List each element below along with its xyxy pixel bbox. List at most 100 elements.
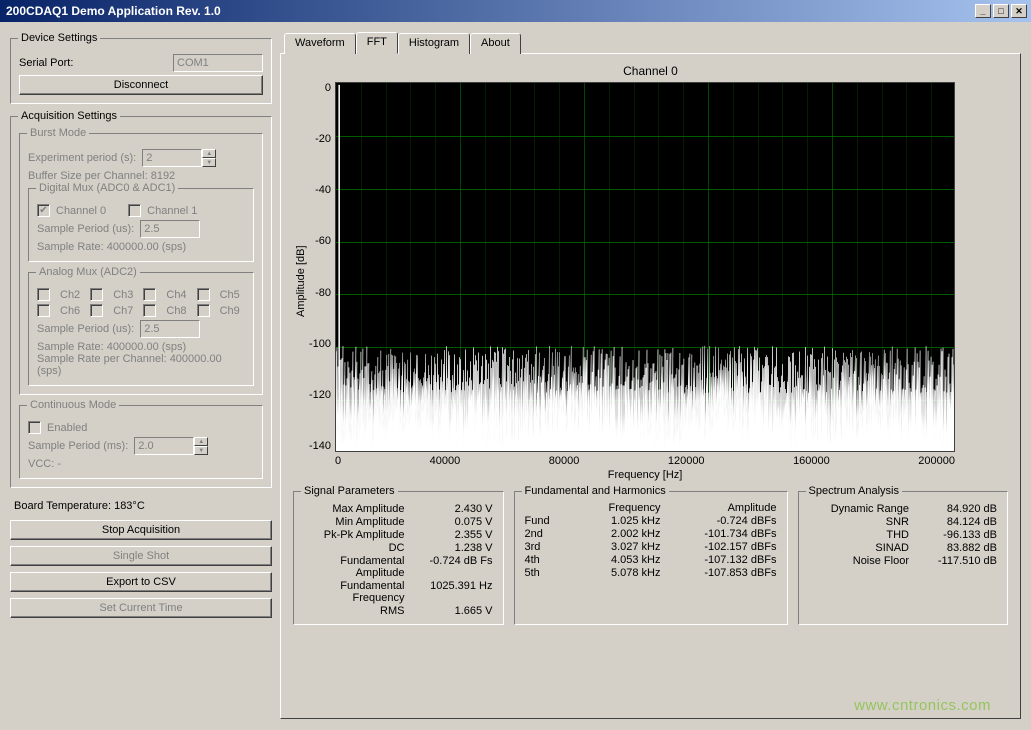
harmonic-freq: 2.002 kHz (571, 528, 661, 540)
set-current-time-button[interactable]: Set Current Time (10, 598, 272, 618)
spectrum-value: 84.920 dB (917, 503, 997, 515)
spin-down-icon[interactable]: ▼ (202, 158, 216, 167)
maximize-button[interactable]: □ (993, 4, 1009, 18)
harmonic-label: 3rd (525, 541, 565, 553)
param-value: 1.238 V (413, 542, 493, 554)
ch8-label: Ch8 (166, 305, 186, 317)
dmux-sample-period-input[interactable]: 2.5 (140, 220, 200, 238)
digital-mux-title: Digital Mux (ADC0 & ADC1) (36, 182, 178, 194)
device-settings-group: Device Settings Serial Port: COM1 Discon… (10, 38, 272, 104)
ch4-checkbox[interactable] (143, 288, 156, 301)
analog-mux-group: Analog Mux (ADC2) Ch2 Ch3 Ch4 Ch5 Ch6 Ch… (28, 272, 254, 386)
amux-sample-rate-label: Sample Rate: 400000.00 (sps) (37, 341, 245, 353)
spin-up-icon[interactable]: ▲ (194, 437, 208, 446)
tab-about[interactable]: About (470, 33, 521, 54)
spectrum-value: -96.133 dB (917, 529, 997, 541)
cont-sample-period-label: Sample Period (ms): (28, 440, 128, 452)
dmux-sample-period-label: Sample Period (us): (37, 223, 134, 235)
ch3-checkbox[interactable] (90, 288, 103, 301)
signal-parameters-title: Signal Parameters (301, 485, 398, 497)
window-title: 200CDAQ1 Demo Application Rev. 1.0 (4, 4, 975, 18)
tab-content: Channel 0 Amplitude [dB] 0 -20 -40 -60 -… (280, 53, 1021, 719)
param-label: Fundamental Frequency (304, 580, 405, 604)
device-settings-title: Device Settings (18, 32, 100, 44)
stop-acquisition-button[interactable]: Stop Acquisition (10, 520, 272, 540)
param-value: -0.724 dB Fs (413, 555, 493, 579)
tab-fft[interactable]: FFT (356, 32, 398, 54)
spectrum-value: -117.510 dB (917, 555, 997, 567)
fft-plot (335, 82, 955, 452)
spectrum-label: SINAD (809, 542, 910, 554)
cont-sample-period-input[interactable]: 2.0 (134, 437, 194, 455)
ch2-checkbox[interactable] (37, 288, 50, 301)
amux-sample-period-input[interactable]: 2.5 (140, 320, 200, 338)
param-label: Max Amplitude (304, 503, 405, 515)
harmonics-group: Fundamental and Harmonics Frequency Ampl… (514, 491, 788, 625)
vcc-label: VCC: - (28, 458, 254, 470)
param-label: RMS (304, 605, 405, 617)
single-shot-button[interactable]: Single Shot (10, 546, 272, 566)
ch7-checkbox[interactable] (90, 304, 103, 317)
ch9-checkbox[interactable] (197, 304, 210, 317)
burst-mode-title: Burst Mode (27, 127, 89, 139)
harmonic-amp: -0.724 dBFs (667, 515, 777, 527)
channel-1-checkbox[interactable] (128, 204, 141, 217)
ch5-checkbox[interactable] (197, 288, 210, 301)
experiment-period-input[interactable]: 2 (142, 149, 202, 167)
harmonic-label: 5th (525, 567, 565, 579)
acquisition-settings-title: Acquisition Settings (18, 110, 120, 122)
param-label: DC (304, 542, 405, 554)
ch8-checkbox[interactable] (143, 304, 156, 317)
ch6-checkbox[interactable] (37, 304, 50, 317)
tab-waveform[interactable]: Waveform (284, 33, 356, 54)
ch2-label: Ch2 (60, 289, 80, 301)
disconnect-button[interactable]: Disconnect (19, 75, 263, 95)
param-value: 2.430 V (413, 503, 493, 515)
watermark: www.cntronics.com (854, 697, 991, 714)
ch7-label: Ch7 (113, 305, 133, 317)
continuous-enabled-checkbox[interactable] (28, 421, 41, 434)
close-button[interactable]: ✕ (1011, 4, 1027, 18)
harmonic-label: Fund (525, 515, 565, 527)
ch6-label: Ch6 (60, 305, 80, 317)
param-value: 1.665 V (413, 605, 493, 617)
harmonic-freq: 1.025 kHz (571, 515, 661, 527)
ch4-label: Ch4 (166, 289, 186, 301)
signal-parameters-group: Signal Parameters Max Amplitude2.430 VMi… (293, 491, 504, 625)
param-label: Min Amplitude (304, 516, 405, 528)
analog-mux-title: Analog Mux (ADC2) (36, 266, 140, 278)
ch5-label: Ch5 (220, 289, 240, 301)
harmonic-label: 2nd (525, 528, 565, 540)
spin-up-icon[interactable]: ▲ (202, 149, 216, 158)
continuous-mode-title: Continuous Mode (27, 399, 119, 411)
serial-port-input[interactable]: COM1 (173, 54, 263, 72)
ch9-label: Ch9 (220, 305, 240, 317)
harmonic-amp: -102.157 dBFs (667, 541, 777, 553)
harmonic-amp: -107.853 dBFs (667, 567, 777, 579)
harmonic-freq: 3.027 kHz (571, 541, 661, 553)
harmonic-freq: 5.078 kHz (571, 567, 661, 579)
spectrum-value: 84.124 dB (917, 516, 997, 528)
export-csv-button[interactable]: Export to CSV (10, 572, 272, 592)
serial-port-label: Serial Port: (19, 57, 73, 69)
spin-down-icon[interactable]: ▼ (194, 446, 208, 455)
param-value: 0.075 V (413, 516, 493, 528)
harmonics-title: Fundamental and Harmonics (522, 485, 669, 497)
spectrum-analysis-group: Spectrum Analysis Dynamic Range84.920 dB… (798, 491, 1009, 625)
channel-0-label: Channel 0 (56, 205, 106, 217)
chart-ylabel: Amplitude [dB] (293, 82, 309, 481)
harmonic-amp: -101.734 dBFs (667, 528, 777, 540)
param-label: Fundamental Amplitude (304, 555, 405, 579)
param-value: 1025.391 Hz (413, 580, 493, 604)
chart-xaxis: 0 40000 80000 120000 160000 200000 (335, 452, 955, 467)
ch3-label: Ch3 (113, 289, 133, 301)
harmonic-amp: -107.132 dBFs (667, 554, 777, 566)
tab-histogram[interactable]: Histogram (398, 33, 470, 54)
amux-sample-rate-per-ch-label: Sample Rate per Channel: 400000.00 (sps) (37, 353, 245, 377)
minimize-button[interactable]: _ (975, 4, 991, 18)
digital-mux-group: Digital Mux (ADC0 & ADC1) ✔ Channel 0 Ch… (28, 188, 254, 262)
spectrum-label: THD (809, 529, 910, 541)
channel-0-checkbox[interactable]: ✔ (37, 204, 50, 217)
continuous-enabled-label: Enabled (47, 422, 87, 434)
spectrum-label: SNR (809, 516, 910, 528)
